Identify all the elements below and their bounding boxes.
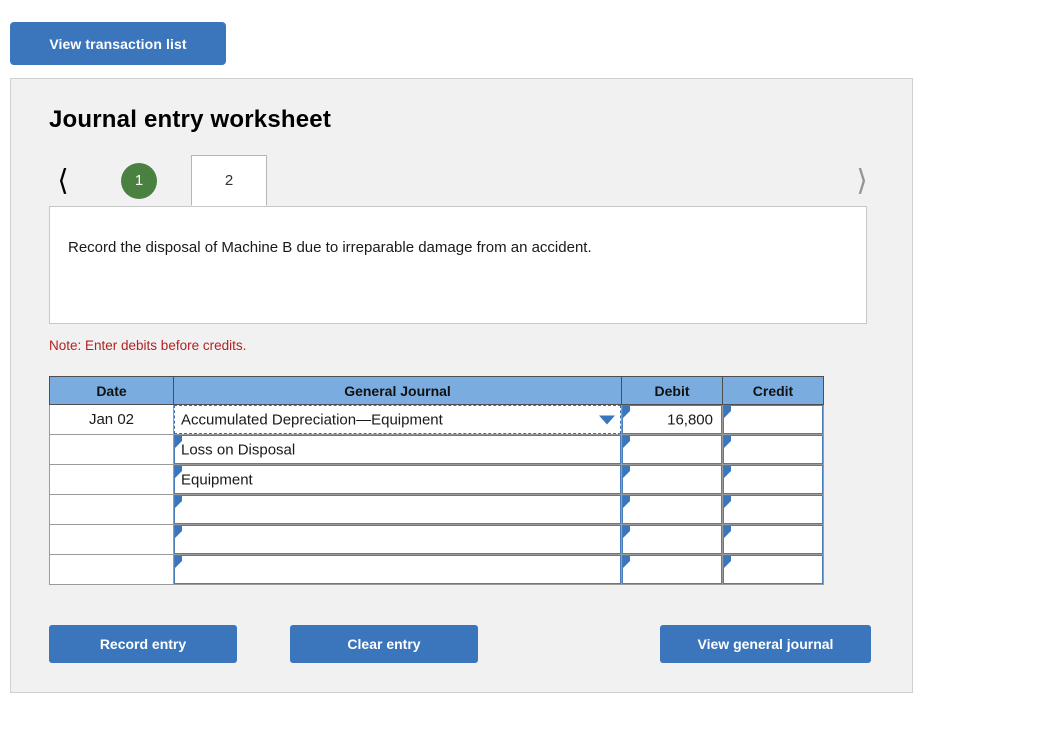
debit-input[interactable] xyxy=(622,495,722,524)
cell-corner-marker-icon xyxy=(724,496,731,508)
cell-credit[interactable] xyxy=(722,524,824,555)
cell-corner-marker-icon xyxy=(623,526,630,538)
cell-corner-marker-icon xyxy=(623,436,630,448)
table-body: Jan 02 Accumulated Depreciation—Equipment… xyxy=(49,404,824,585)
chevron-left-icon[interactable]: ⟨ xyxy=(49,165,77,197)
cell-debit[interactable] xyxy=(621,434,723,465)
debit-input[interactable]: 16,800 xyxy=(622,405,722,434)
cell-account[interactable]: Equipment xyxy=(173,464,622,495)
credit-input[interactable] xyxy=(723,555,823,584)
cell-debit[interactable] xyxy=(621,524,723,555)
credit-input[interactable] xyxy=(723,405,823,434)
debit-value: 16,800 xyxy=(667,411,713,428)
column-header-debit: Debit xyxy=(621,376,723,405)
column-header-general-journal: General Journal xyxy=(173,376,622,405)
record-entry-button[interactable]: Record entry xyxy=(49,625,237,663)
debit-input[interactable] xyxy=(622,465,722,494)
instruction-text: Record the disposal of Machine B due to … xyxy=(68,239,592,256)
credit-input[interactable] xyxy=(723,435,823,464)
account-input[interactable]: Loss on Disposal xyxy=(174,435,621,464)
chevron-right-icon[interactable]: ⟩ xyxy=(848,165,876,197)
debit-input[interactable] xyxy=(622,435,722,464)
table-header-row: Date General Journal Debit Credit xyxy=(49,376,824,405)
cell-corner-marker-icon xyxy=(175,556,182,568)
cell-corner-marker-icon xyxy=(724,406,731,418)
cell-corner-marker-icon xyxy=(724,526,731,538)
cell-credit[interactable] xyxy=(722,404,824,435)
account-input[interactable]: Equipment xyxy=(174,465,621,494)
view-transaction-list-button[interactable]: View transaction list xyxy=(10,22,226,65)
table-row: Loss on Disposal xyxy=(49,434,824,465)
tab-2[interactable]: 2 xyxy=(191,155,267,206)
tab-1[interactable]: 1 xyxy=(121,163,157,199)
cell-credit[interactable] xyxy=(722,464,824,495)
instruction-box: Record the disposal of Machine B due to … xyxy=(49,206,867,324)
cell-corner-marker-icon xyxy=(623,556,630,568)
account-value: Equipment xyxy=(181,471,253,488)
cell-date[interactable] xyxy=(49,464,174,495)
cell-corner-marker-icon xyxy=(724,466,731,478)
cell-debit[interactable] xyxy=(621,464,723,495)
cell-credit[interactable] xyxy=(722,494,824,525)
journal-entry-table: Date General Journal Debit Credit Jan 02… xyxy=(49,376,824,585)
cell-debit[interactable] xyxy=(621,554,723,585)
column-header-credit: Credit xyxy=(722,376,824,405)
cell-account[interactable]: Loss on Disposal xyxy=(173,434,622,465)
table-row xyxy=(49,494,824,525)
account-input[interactable] xyxy=(174,525,621,554)
account-value: Accumulated Depreciation—Equipment xyxy=(181,411,443,428)
cell-corner-marker-icon xyxy=(623,496,630,508)
account-value: Loss on Disposal xyxy=(181,441,296,458)
clear-entry-button[interactable]: Clear entry xyxy=(290,625,478,663)
column-header-date: Date xyxy=(49,376,174,405)
debit-input[interactable] xyxy=(622,525,722,554)
cell-account[interactable] xyxy=(173,524,622,555)
table-row xyxy=(49,524,824,555)
table-row: Jan 02 Accumulated Depreciation—Equipment… xyxy=(49,404,824,435)
cell-corner-marker-icon xyxy=(175,526,182,538)
cell-date[interactable] xyxy=(49,434,174,465)
cell-corner-marker-icon xyxy=(175,496,182,508)
cell-date[interactable]: Jan 02 xyxy=(49,404,174,435)
tab-strip: ⟨ 1 2 ⟩ xyxy=(11,155,914,206)
page-title: Journal entry worksheet xyxy=(49,106,332,133)
cell-debit[interactable]: 16,800 xyxy=(621,404,723,435)
cell-credit[interactable] xyxy=(722,554,824,585)
cell-debit[interactable] xyxy=(621,494,723,525)
cell-corner-marker-icon xyxy=(623,466,630,478)
cell-date[interactable] xyxy=(49,554,174,585)
chevron-down-icon[interactable] xyxy=(599,415,615,424)
cell-account[interactable] xyxy=(173,494,622,525)
cell-corner-marker-icon xyxy=(724,556,731,568)
cell-date[interactable] xyxy=(49,494,174,525)
view-general-journal-button[interactable]: View general journal xyxy=(660,625,871,663)
table-row xyxy=(49,554,824,585)
cell-credit[interactable] xyxy=(722,434,824,465)
table-row: Equipment xyxy=(49,464,824,495)
credit-input[interactable] xyxy=(723,525,823,554)
cell-corner-marker-icon xyxy=(724,436,731,448)
journal-entry-panel: Journal entry worksheet ⟨ 1 2 ⟩ Record t… xyxy=(10,78,913,693)
account-input[interactable]: Accumulated Depreciation—Equipment xyxy=(174,405,621,434)
debit-input[interactable] xyxy=(622,555,722,584)
cell-date[interactable] xyxy=(49,524,174,555)
account-input[interactable] xyxy=(174,495,621,524)
cell-account[interactable] xyxy=(173,554,622,585)
cell-account[interactable]: Accumulated Depreciation—Equipment xyxy=(173,404,622,435)
credit-input[interactable] xyxy=(723,495,823,524)
cell-corner-marker-icon xyxy=(623,406,630,418)
debits-before-credits-note: Note: Enter debits before credits. xyxy=(49,338,247,353)
account-input[interactable] xyxy=(174,555,621,584)
credit-input[interactable] xyxy=(723,465,823,494)
